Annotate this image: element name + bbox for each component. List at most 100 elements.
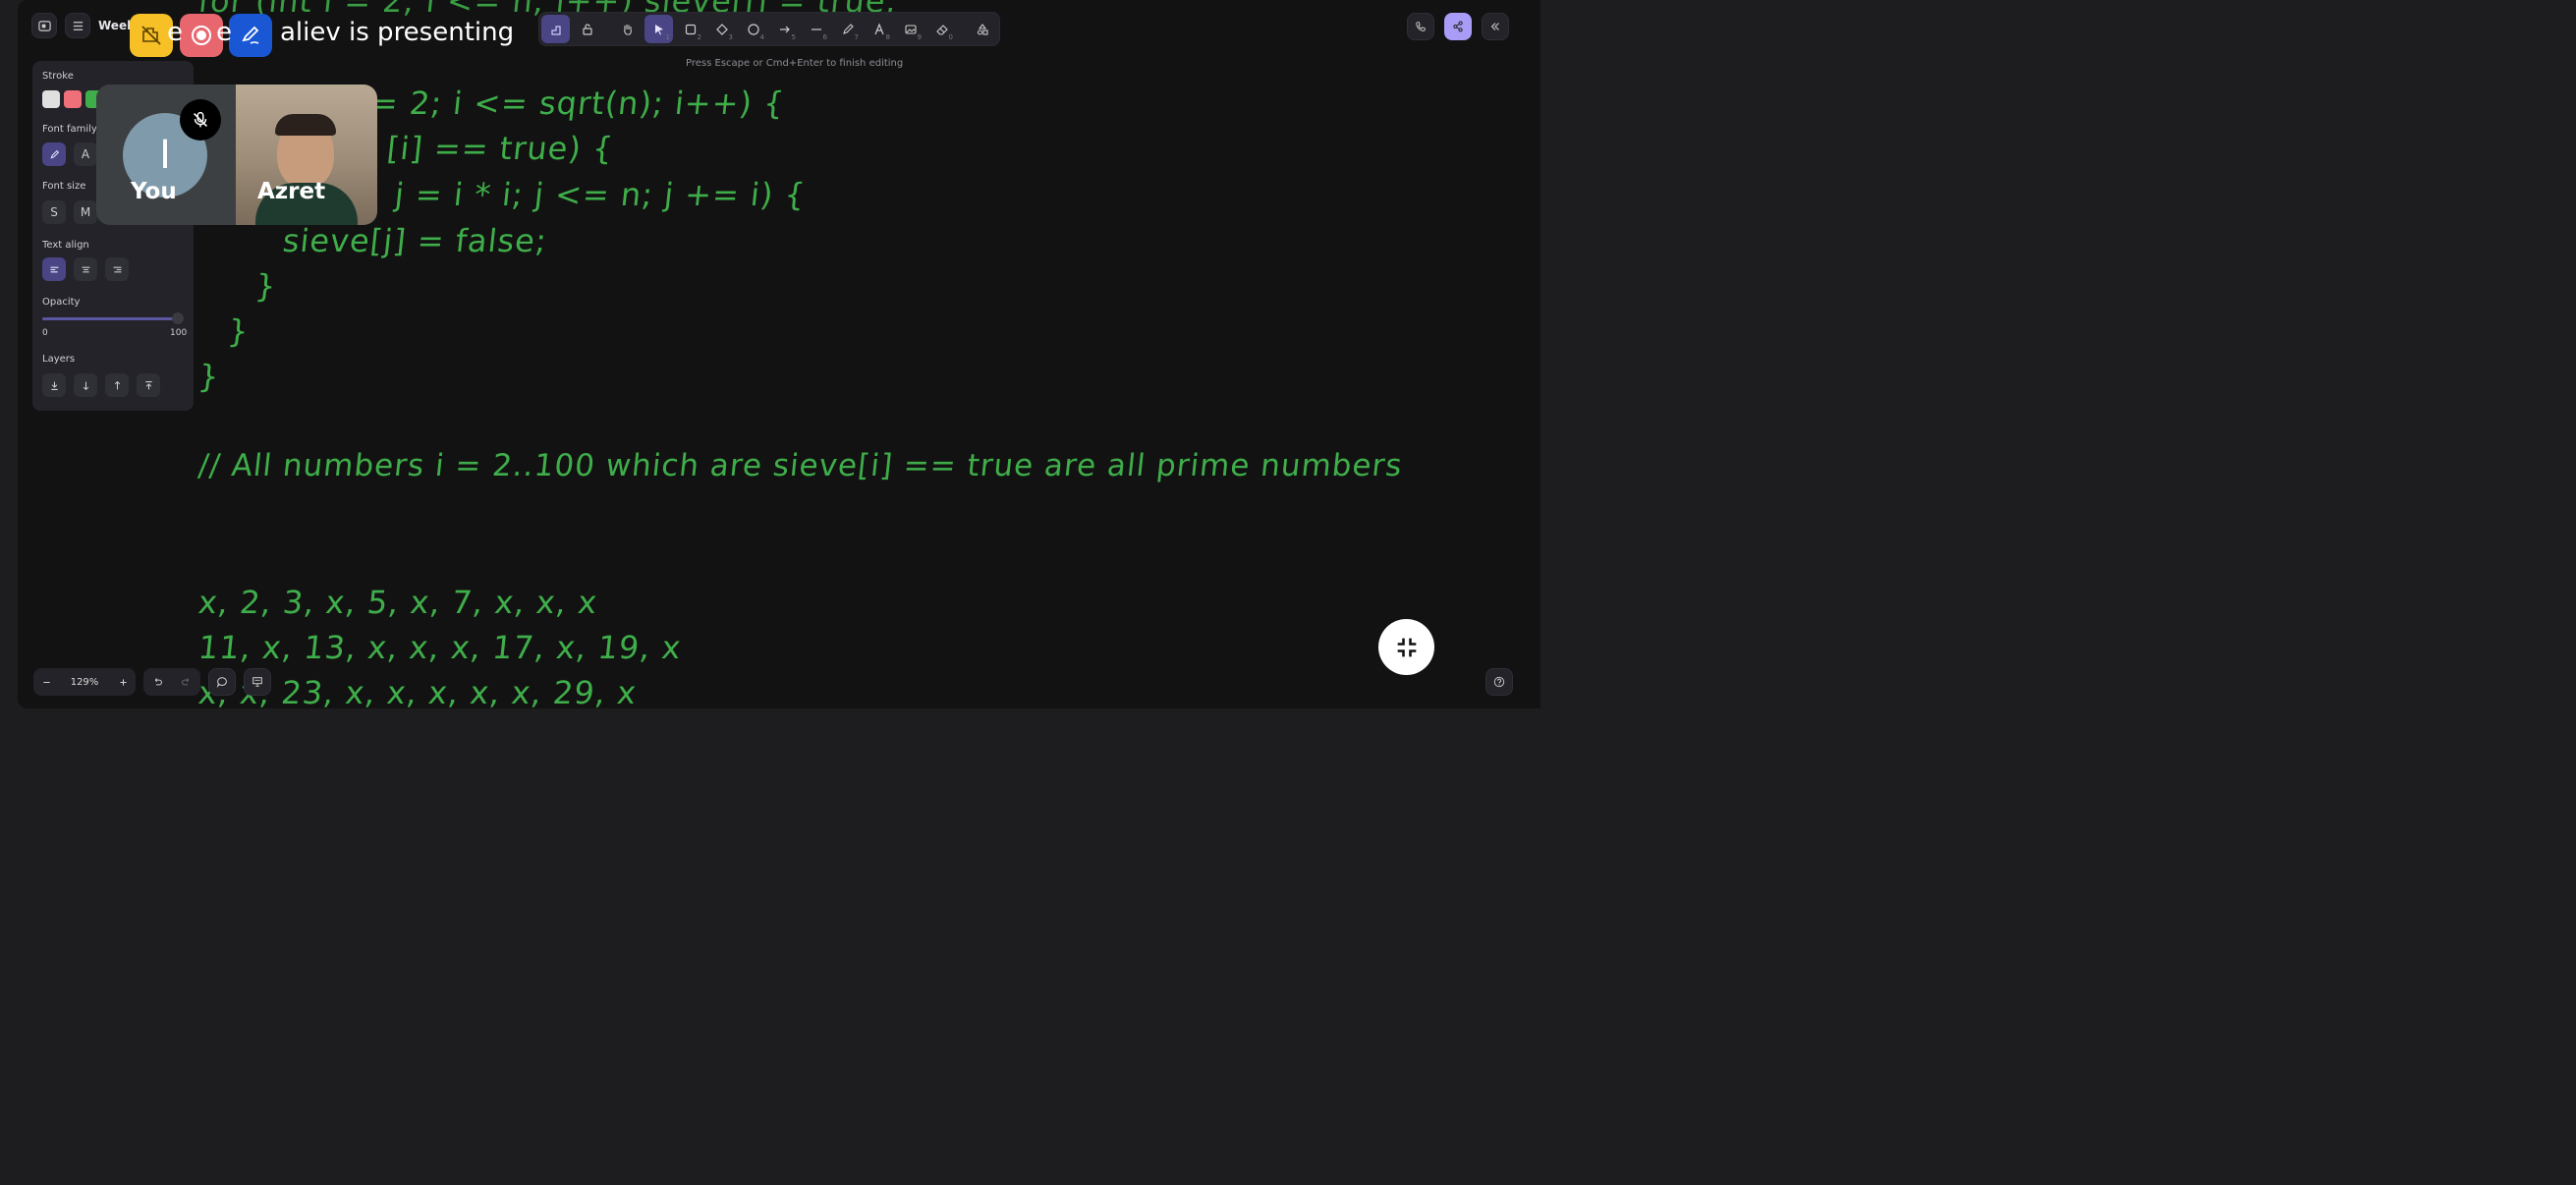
canvas-text-line[interactable]: // All numbers i = 2..100 which are siev… (196, 448, 1404, 483)
tool-shortcut: 6 (822, 33, 827, 41)
editing-hint: Press Escape or Cmd+Enter to finish edit… (686, 58, 904, 69)
main-toolbar: 1 2 3 4 5 6 7 8 9 0 (538, 12, 1000, 46)
participant-hair (275, 114, 336, 136)
canvas-text-line[interactable]: 11, x, 13, x, x, x, 17, x, 19, x (196, 629, 684, 666)
no-screen-share-icon (141, 26, 161, 45)
bring-to-front-icon (144, 380, 152, 389)
redo-icon (182, 677, 190, 685)
self-label: You (131, 179, 177, 204)
share-button[interactable] (1444, 13, 1472, 40)
tool-eraser[interactable]: 0 (927, 15, 956, 43)
align-left-icon (50, 266, 58, 272)
comment-icon (216, 677, 227, 688)
presentation-icon (252, 677, 262, 687)
tool-hand[interactable] (613, 15, 642, 43)
font-normal-button[interactable]: A (74, 142, 97, 166)
canvas-text-line[interactable]: } (226, 312, 251, 350)
arrow-up-icon (114, 380, 120, 389)
canvas-text-line[interactable]: } (253, 267, 278, 305)
canvas-text-line[interactable]: [i] == true) { (385, 130, 616, 167)
canvas-text-line[interactable]: sieve[j] = false; (281, 222, 549, 259)
bring-to-front-button[interactable] (137, 373, 160, 397)
exit-fullscreen-button[interactable] (1378, 619, 1434, 675)
layers-label: Layers (42, 354, 76, 365)
ellipse-icon (747, 23, 759, 35)
tool-pencil[interactable]: 7 (833, 15, 862, 43)
opacity-slider-track[interactable] (42, 317, 180, 320)
tool-rectangle[interactable]: 2 (676, 15, 704, 43)
sidebar-toggle-button[interactable] (31, 13, 57, 38)
text-align-label: Text align (42, 240, 89, 251)
tool-lock[interactable] (573, 15, 601, 43)
tool-image[interactable]: 9 (896, 15, 924, 43)
align-left-button[interactable] (42, 257, 66, 281)
tool-lock-style[interactable] (541, 15, 570, 43)
arrow-down-icon (83, 381, 88, 390)
canvas-text-line[interactable]: j = i * i; j <= n; j += i) { (393, 176, 808, 213)
main-menu-button[interactable] (65, 13, 90, 38)
tool-diamond[interactable]: 3 (707, 15, 736, 43)
tool-shortcut: 7 (854, 33, 859, 41)
font-hand-drawn-button[interactable] (42, 142, 66, 166)
stroke-label: Stroke (42, 71, 74, 82)
font-size-small-button[interactable]: S (42, 200, 66, 224)
avatar-initial: I (159, 133, 171, 178)
bring-forward-button[interactable] (105, 373, 129, 397)
opacity-max: 100 (170, 328, 188, 338)
zoom-out-button[interactable] (33, 669, 59, 695)
plus-icon (119, 678, 127, 686)
tool-arrow[interactable]: 5 (770, 15, 799, 43)
help-icon (1493, 676, 1505, 688)
font-size-label: Font size (42, 181, 86, 192)
stroke-color-red[interactable] (64, 90, 82, 108)
comments-button[interactable] (208, 668, 236, 696)
hand-icon (623, 24, 632, 35)
opacity-slider-thumb[interactable] (172, 312, 184, 324)
hamburger-icon (73, 21, 83, 30)
stroke-color-white[interactable] (42, 90, 60, 108)
lock-tool-icon (582, 23, 592, 35)
call-button[interactable] (1407, 13, 1434, 40)
undo-button[interactable] (143, 669, 172, 695)
tool-shortcut: 5 (791, 33, 796, 41)
send-to-back-button[interactable] (42, 373, 66, 397)
zoom-in-button[interactable] (110, 669, 136, 695)
annotate-button[interactable] (229, 14, 272, 57)
participant-video-tile[interactable]: Azret (236, 85, 377, 225)
tool-text[interactable]: 8 (865, 15, 893, 43)
tool-shortcut: 2 (697, 33, 701, 41)
record-icon (192, 26, 211, 45)
collapse-sidebar-button[interactable] (1482, 13, 1509, 40)
send-backward-button[interactable] (74, 373, 97, 397)
zoom-level[interactable]: 129% (59, 677, 110, 688)
font-size-medium-button[interactable]: M (74, 200, 97, 224)
tool-shortcut: 8 (885, 33, 890, 41)
pencil-icon (50, 149, 59, 158)
opacity-label: Opacity (42, 297, 81, 308)
align-center-icon (82, 266, 89, 272)
text-icon (873, 22, 884, 34)
tool-extra-shapes[interactable] (968, 15, 996, 43)
presenting-banner-prefix: e (167, 18, 183, 47)
collapse-fullscreen-icon (1397, 638, 1416, 656)
opacity-min: 0 (42, 328, 48, 338)
rectangle-icon (685, 24, 696, 34)
tool-ellipse[interactable]: 4 (739, 15, 767, 43)
canvas-text-line[interactable]: } (196, 358, 221, 395)
style-lock-icon (550, 25, 561, 35)
align-right-icon (113, 266, 121, 272)
help-button[interactable] (1485, 668, 1513, 696)
tool-selection[interactable]: 1 (644, 15, 673, 43)
tool-shortcut: 9 (917, 33, 922, 41)
meet-video-tiles[interactable]: I You Azret (96, 85, 377, 225)
presentation-button[interactable] (244, 668, 271, 696)
tool-line[interactable]: 6 (802, 15, 830, 43)
redo-button[interactable] (172, 669, 200, 695)
align-center-button[interactable] (74, 257, 97, 281)
canvas-text-line[interactable]: x, 2, 3, x, 5, x, 7, x, x, x (196, 584, 599, 621)
align-right-button[interactable] (105, 257, 129, 281)
canvas-text-line[interactable]: = 2; i <= sqrt(n); i++) { (369, 85, 787, 122)
mic-muted-indicator (180, 99, 221, 141)
image-icon (904, 24, 917, 34)
shapes-library-icon (977, 23, 988, 35)
